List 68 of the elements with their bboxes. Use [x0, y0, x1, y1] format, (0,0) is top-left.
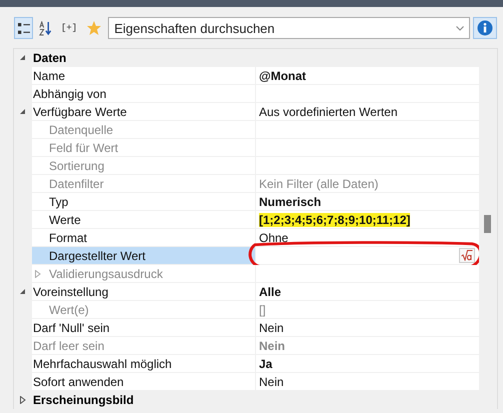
property-value: @Monat	[259, 68, 306, 82]
property-value: [1;2;3;4;5;6;7;8;9;10;11;12]	[259, 212, 410, 226]
property-label: Verfügbare Werte	[33, 104, 127, 118]
name-cell[interactable]: Abhängig von	[32, 85, 256, 102]
property-label: Voreinstellung	[33, 284, 108, 298]
name-cell[interactable]: Sofort anwenden	[32, 373, 256, 390]
property-label: Abhängig von	[33, 86, 106, 100]
formula-button[interactable]	[459, 248, 475, 263]
property-label: Datenfilter	[49, 176, 104, 190]
property-value: Ohne	[259, 230, 288, 244]
property-label: Sofort anwenden	[33, 374, 124, 388]
name-cell[interactable]: Dargestellter Wert	[32, 247, 256, 264]
property-label: Sortierung	[49, 158, 104, 172]
expanded-triangle-icon[interactable]	[20, 54, 26, 60]
property-value: Numerisch	[259, 194, 322, 208]
property-label: Dargestellter Wert	[49, 248, 146, 262]
name-cell[interactable]: Name	[32, 67, 256, 84]
property-label: Mehrfachauswahl möglich	[33, 356, 172, 370]
property-label: Wert(e)	[49, 302, 89, 316]
name-cell[interactable]: Werte	[32, 211, 256, 228]
property-label: Format	[49, 230, 88, 244]
value-cell[interactable]: Ja	[256, 355, 479, 372]
property-label: Darf leer sein	[33, 338, 104, 352]
expanded-triangle-icon[interactable]	[20, 288, 26, 294]
value-cell[interactable]: Nein	[256, 373, 479, 390]
property-label: Validierungsausdruck	[49, 266, 163, 280]
property-value: Alle	[259, 284, 282, 298]
name-cell[interactable]: Mehrfachauswahl möglich	[32, 355, 256, 372]
value-cell[interactable]: @Monat	[256, 67, 479, 84]
value-cell[interactable]	[256, 265, 479, 282]
value-cell[interactable]: Nein	[256, 319, 479, 336]
name-cell[interactable]: Verfügbare Werte	[32, 103, 256, 120]
property-value: Nein	[259, 338, 286, 352]
value-cell[interactable]: Aus vordefinierten Werten	[256, 103, 479, 120]
property-label: Werte	[49, 212, 81, 226]
info-icon	[477, 20, 493, 36]
value-cell[interactable]: Numerisch	[256, 193, 479, 210]
collapsed-triangle-icon[interactable]	[20, 396, 26, 404]
property-value: Nein	[259, 320, 284, 334]
search-field[interactable]: Eigenschaften durchsuchen	[108, 17, 470, 39]
value-cell[interactable]	[256, 247, 479, 264]
chevron-down-icon[interactable]	[456, 26, 464, 31]
value-cell[interactable]: Alle	[256, 283, 479, 300]
star-icon	[86, 20, 102, 36]
name-cell[interactable]: Darf 'Null' sein	[32, 319, 256, 336]
property-label: Datenquelle	[49, 122, 114, 136]
property-label: Feld für Wert	[49, 140, 118, 154]
property-value: Ja	[259, 356, 272, 370]
scrollbar-thumb[interactable]	[484, 215, 491, 233]
category-header[interactable]: Daten	[32, 49, 66, 66]
name-cell[interactable]: Format	[32, 229, 256, 246]
property-label: Name	[33, 68, 66, 82]
sort-az-icon	[39, 20, 52, 36]
categorized-view-button[interactable]	[14, 17, 33, 39]
square-root-icon	[461, 250, 473, 261]
property-label: Darf 'Null' sein	[33, 320, 110, 334]
property-label: Typ	[49, 194, 68, 208]
property-value: []	[259, 302, 266, 316]
list-view-icon	[18, 22, 30, 34]
property-value: Nein	[259, 374, 284, 388]
expanded-triangle-icon[interactable]	[20, 108, 26, 114]
name-cell[interactable]: Voreinstellung	[32, 283, 256, 300]
category-header[interactable]: Erscheinungsbild	[32, 391, 134, 408]
property-value: Kein Filter (alle Daten)	[259, 176, 378, 190]
info-button[interactable]	[473, 17, 497, 39]
name-cell[interactable]: Typ	[32, 193, 256, 210]
property-value: Aus vordefinierten Werten	[259, 104, 398, 118]
value-cell[interactable]: [1;2;3;4;5;6;7;8;9;10;11;12]	[256, 211, 479, 228]
